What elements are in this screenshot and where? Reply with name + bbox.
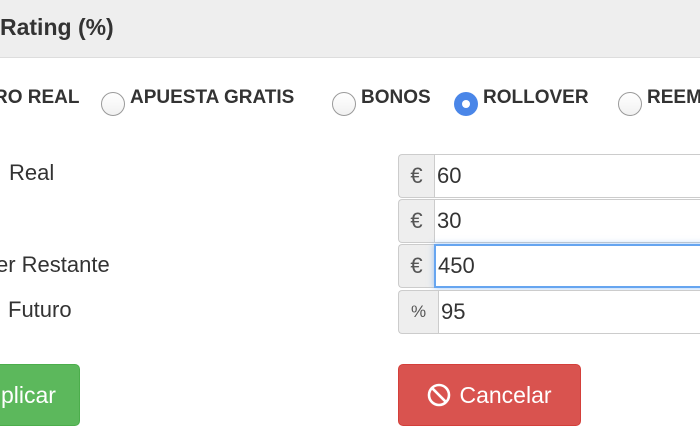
radio-label-rollover[interactable]: ROLLOVER: [483, 87, 589, 109]
radio-label-bonos[interactable]: BONOS: [361, 87, 431, 109]
percent-addon: %: [398, 290, 438, 334]
real-amount-input[interactable]: [434, 154, 700, 198]
futuro-percent-input[interactable]: [438, 290, 700, 334]
cancel-button[interactable]: Cancelar: [398, 364, 581, 426]
modal-header: Rating (%): [0, 0, 700, 58]
radio-bonos[interactable]: [332, 92, 356, 116]
apply-button-label: plicar: [1, 381, 56, 408]
amount-input[interactable]: [434, 199, 700, 243]
label-futuro: Futuro: [8, 297, 72, 322]
ban-icon: [428, 383, 451, 407]
euro-addon: €: [398, 154, 434, 198]
bet-type-radio-group: RO REAL APUESTA GRATIS BONOS ROLLOVER RE…: [0, 84, 700, 118]
apply-button[interactable]: plicar: [0, 364, 80, 426]
euro-addon: €: [398, 199, 434, 243]
euro-addon: €: [398, 244, 434, 288]
label-rollover-restante: er Restante: [0, 252, 110, 277]
radio-reembolso[interactable]: [618, 92, 642, 116]
rollover-restante-input[interactable]: [434, 244, 700, 288]
radio-label-apuesta-gratis[interactable]: APUESTA GRATIS: [130, 87, 294, 109]
radio-apuesta-gratis[interactable]: [101, 92, 125, 116]
label-real: Real: [9, 160, 55, 185]
radio-label-real[interactable]: RO REAL: [0, 87, 80, 109]
radio-label-reembolso[interactable]: REEM: [647, 87, 700, 109]
modal-title: Rating (%): [0, 14, 114, 40]
radio-rollover[interactable]: [454, 92, 478, 116]
cancel-button-label: Cancelar: [459, 381, 552, 408]
